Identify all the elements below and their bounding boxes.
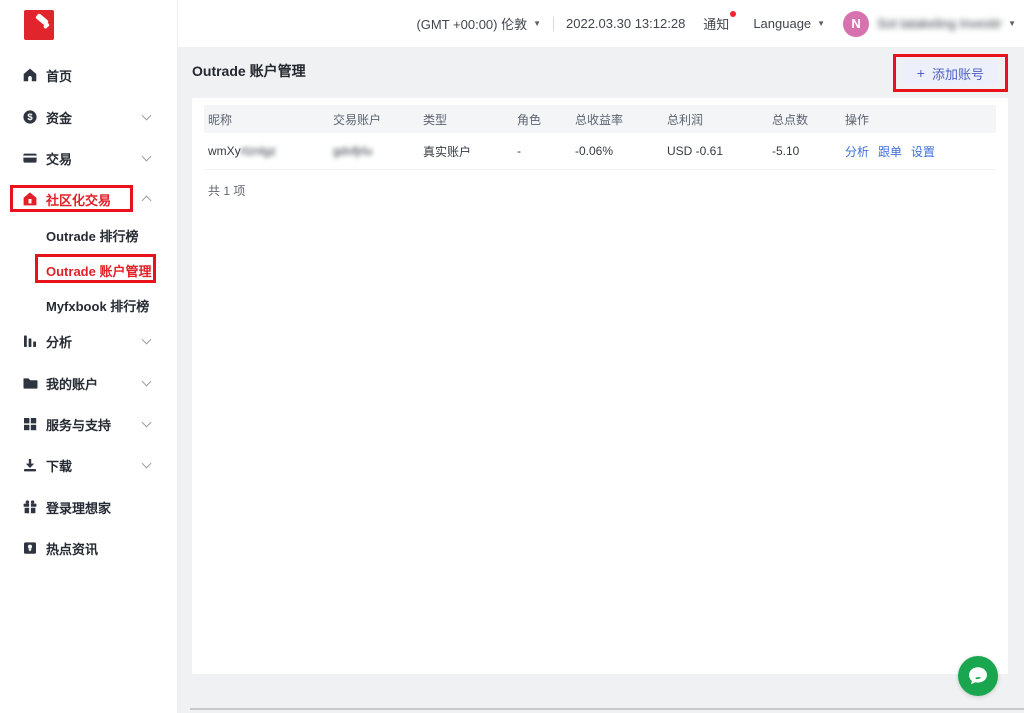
cell-type: 真实账户: [423, 143, 517, 160]
sidebar-item-outrade-accounts[interactable]: Outrade 账户管理: [0, 259, 178, 281]
add-account-label: 添加账号: [932, 64, 984, 83]
avatar[interactable]: N: [843, 11, 869, 37]
plus-icon: +: [917, 66, 925, 80]
sidebar-item-services[interactable]: 服务与支持: [0, 413, 178, 435]
chat-bubble-icon: [966, 664, 990, 688]
page-header: Outrade 账户管理 + 添加账号: [178, 47, 1024, 95]
cell-role: -: [517, 144, 575, 158]
sidebar-item-download[interactable]: 下载: [0, 454, 178, 476]
copy-trade-link[interactable]: 跟单: [878, 143, 902, 160]
language-selector[interactable]: Language ▼: [753, 16, 825, 31]
dollar-icon: $: [22, 109, 38, 125]
sidebar-item-label: Outrade 账户管理: [46, 261, 151, 280]
user-menu[interactable]: Sot tatakeling Investing ▼: [869, 16, 1016, 31]
table-header-row: 昵称 交易账户 类型 角色 总收益率 总利润 总点数 操作: [204, 105, 996, 133]
chevron-down-icon: [142, 152, 152, 162]
chevron-down-icon: [142, 335, 152, 345]
annotation-box-add-account: + 添加账号: [893, 54, 1008, 92]
sidebar-item-outrade-ranking[interactable]: Outrade 排行榜: [0, 224, 178, 246]
sidebar-item-trade[interactable]: 交易: [0, 147, 178, 169]
content-card: 昵称 交易账户 类型 角色 总收益率 总利润 总点数 操作 wmXyrtznlg…: [192, 98, 1008, 674]
column-header: 交易账户: [333, 111, 423, 128]
chevron-up-icon: [142, 196, 152, 206]
caret-down-icon: ▼: [817, 19, 825, 28]
sidebar-item-label: Outrade 排行榜: [46, 226, 138, 245]
notifications-label: 通知: [703, 14, 729, 33]
news-pin-icon: [22, 540, 38, 556]
sidebar-item-label: 分析: [46, 332, 72, 351]
sidebar-item-label: 交易: [46, 149, 72, 168]
sidebar-item-community-trading[interactable]: 社区化交易: [0, 188, 178, 210]
cell-actions: 分析 跟单 设置: [845, 143, 996, 160]
sidebar: 首页 $ 资金 交易 社区化交易 Outrade 排行榜 Outrade 账户管…: [0, 0, 178, 713]
accounts-table: 昵称 交易账户 类型 角色 总收益率 总利润 总点数 操作 wmXyrtznlg…: [204, 105, 996, 170]
download-icon: [22, 457, 38, 473]
cell-profit: USD -0.61: [667, 144, 772, 158]
sidebar-item-lixiangjia[interactable]: 登录理想家: [0, 496, 178, 518]
table-row: wmXyrtznlgz gdofjrlu 真实账户 - -0.06% USD -…: [204, 133, 996, 170]
cell-account: gdofjrlu: [333, 144, 423, 158]
column-header: 操作: [845, 111, 996, 128]
sidebar-item-myfxbook-ranking[interactable]: Myfxbook 排行榜: [0, 294, 178, 316]
home-icon: [22, 67, 38, 83]
notification-dot: [730, 11, 736, 17]
column-header: 类型: [423, 111, 517, 128]
caret-down-icon: ▼: [533, 19, 541, 28]
account-masked: gdofjrlu: [333, 144, 372, 158]
nickname-visible: wmXy: [208, 144, 241, 158]
chevron-down-icon: [142, 459, 152, 469]
sidebar-item-analysis[interactable]: 分析: [0, 330, 178, 352]
chevron-down-icon: [142, 418, 152, 428]
sidebar-item-home[interactable]: 首页: [0, 64, 178, 86]
caret-down-icon: ▼: [1008, 19, 1016, 28]
column-header: 昵称: [208, 111, 333, 128]
settings-link[interactable]: 设置: [911, 143, 935, 160]
folder-icon: [22, 375, 38, 391]
column-header: 角色: [517, 111, 575, 128]
analyze-link[interactable]: 分析: [845, 143, 869, 160]
cell-return-rate: -0.06%: [575, 144, 667, 158]
bar-chart-icon: [22, 333, 38, 349]
timezone-selector[interactable]: (GMT +00:00) 伦敦 ▼: [416, 14, 541, 33]
sidebar-item-my-account[interactable]: 我的账户: [0, 372, 178, 394]
main-area: (GMT +00:00) 伦敦 ▼ 2022.03.30 13:12:28 通知…: [178, 0, 1024, 713]
nickname-masked: rtznlgz: [241, 144, 276, 158]
sidebar-item-funds[interactable]: $ 资金: [0, 106, 178, 128]
topbar: (GMT +00:00) 伦敦 ▼ 2022.03.30 13:12:28 通知…: [178, 0, 1024, 47]
language-label: Language: [753, 16, 811, 31]
horizontal-scrollbar[interactable]: [190, 708, 1024, 710]
chevron-down-icon: [142, 111, 152, 121]
sidebar-item-label: Myfxbook 排行榜: [46, 296, 149, 315]
sidebar-item-label: 社区化交易: [46, 190, 111, 209]
cell-points: -5.10: [772, 144, 845, 158]
sidebar-item-label: 资金: [46, 108, 72, 127]
column-header: 总利润: [667, 111, 772, 128]
sidebar-item-label: 我的账户: [46, 374, 98, 393]
sidebar-item-label: 登录理想家: [46, 498, 111, 517]
notifications-button[interactable]: 通知: [703, 14, 729, 33]
community-home-icon: [22, 191, 38, 207]
svg-text:$: $: [27, 112, 33, 123]
sidebar-item-hot-news[interactable]: 热点资讯: [0, 537, 178, 559]
brand-logo[interactable]: [24, 10, 54, 40]
card-icon: [22, 150, 38, 166]
gift-icon: [22, 499, 38, 515]
topbar-divider: [553, 17, 554, 31]
sidebar-item-label: 下载: [46, 456, 72, 475]
sidebar-item-label: 服务与支持: [46, 415, 111, 434]
grid-icon: [22, 416, 38, 432]
datetime-display: 2022.03.30 13:12:28: [566, 16, 685, 31]
page-title: Outrade 账户管理: [192, 61, 306, 81]
cell-nickname: wmXyrtznlgz: [208, 144, 333, 158]
add-account-button[interactable]: + 添加账号: [903, 60, 998, 86]
column-header: 总点数: [772, 111, 845, 128]
column-header: 总收益率: [575, 111, 667, 128]
sidebar-item-label: 首页: [46, 66, 72, 85]
sidebar-item-label: 热点资讯: [46, 539, 98, 558]
chevron-down-icon: [142, 377, 152, 387]
table-summary: 共 1 项: [208, 182, 992, 199]
timezone-label: (GMT +00:00) 伦敦: [416, 14, 527, 33]
live-chat-button[interactable]: [958, 656, 998, 696]
username-masked: Sot tatakeling Investing: [877, 16, 1002, 31]
